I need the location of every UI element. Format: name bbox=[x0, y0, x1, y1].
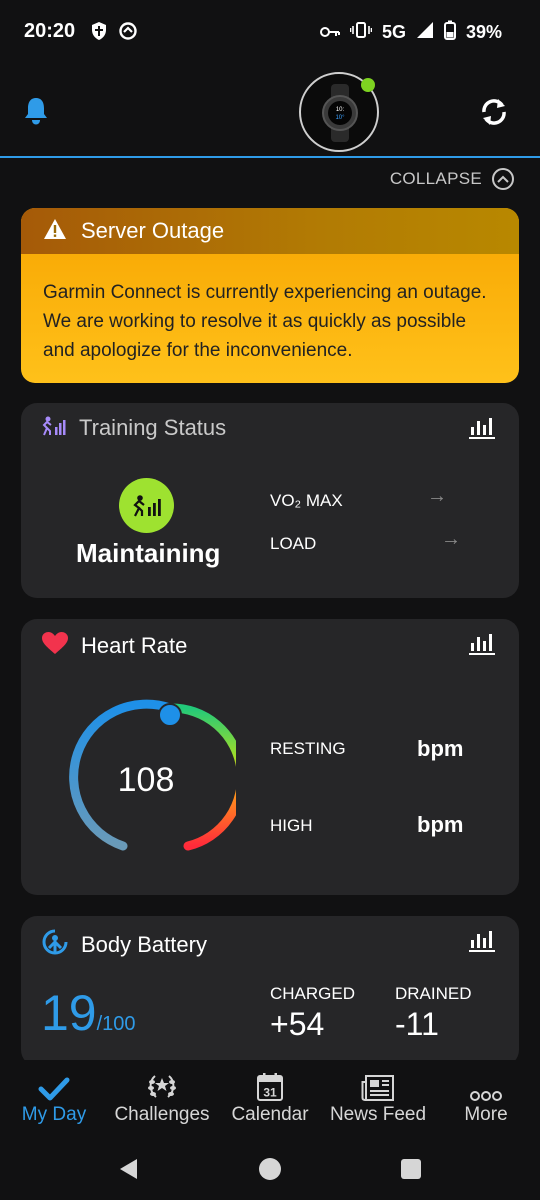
body-battery-card[interactable]: Body Battery 19/100 CHARGED +54 DRAINED … bbox=[21, 916, 519, 1066]
chevron-up-icon bbox=[492, 168, 514, 190]
collapse-label: COLLAPSE bbox=[389, 169, 482, 188]
connected-dot bbox=[361, 78, 375, 92]
more-dots-icon bbox=[432, 1060, 540, 1104]
nav-challenges[interactable]: Challenges bbox=[108, 1060, 216, 1140]
nav-label: Challenges bbox=[114, 1104, 210, 1125]
nav-label: More bbox=[464, 1104, 508, 1125]
nav-label: News Feed bbox=[329, 1104, 427, 1125]
nav-my-day[interactable]: My Day bbox=[0, 1060, 108, 1140]
sync-icon[interactable] bbox=[478, 96, 510, 133]
training-status-value: Maintaining bbox=[76, 538, 221, 568]
body-battery-icon bbox=[41, 928, 69, 961]
training-status-title: Training Status bbox=[79, 415, 227, 440]
nav-calendar[interactable]: 31 Calendar bbox=[216, 1060, 324, 1140]
nav-more[interactable]: More bbox=[432, 1060, 540, 1140]
svg-text:10°: 10° bbox=[335, 115, 345, 121]
arrow-right-icon[interactable]: → bbox=[427, 485, 447, 508]
bottom-nav: My Day Challenges 31 Calendar News Feed … bbox=[0, 1060, 540, 1140]
charged-label: CHARGED bbox=[270, 984, 356, 1003]
system-nav bbox=[0, 1140, 540, 1200]
status-left-icons bbox=[90, 21, 138, 46]
body-battery-max: /100 bbox=[96, 1013, 136, 1035]
vibrate-icon bbox=[349, 22, 373, 43]
heart-rate-title: Heart Rate bbox=[81, 632, 188, 658]
svg-text:31: 31 bbox=[263, 1086, 277, 1100]
battery-icon bbox=[443, 20, 456, 45]
newspaper-icon bbox=[324, 1060, 432, 1104]
laurel-icon bbox=[108, 1060, 216, 1104]
alert-message: Garmin Connect is currently experiencing… bbox=[43, 282, 487, 361]
training-status-card[interactable]: Training Status Maintaining VO₂ MAX → LO… bbox=[21, 403, 519, 598]
server-outage-alert: Server Outage Garmin Connect is currentl… bbox=[21, 208, 519, 383]
drained-label: DRAINED bbox=[395, 984, 472, 1003]
card-header: Training Status bbox=[41, 415, 226, 441]
alert-header: Server Outage bbox=[21, 208, 519, 254]
bell-icon[interactable] bbox=[22, 96, 50, 131]
battery-percent: 39% bbox=[465, 22, 502, 42]
signal-icon bbox=[416, 21, 434, 44]
watch-avatar[interactable]: 10: 10° bbox=[299, 72, 379, 152]
heart-rate-card[interactable]: Heart Rate 108 RESTING bpm HIGH bpm bbox=[21, 619, 519, 895]
recents-icon[interactable] bbox=[400, 1158, 422, 1185]
calendar-icon: 31 bbox=[216, 1060, 324, 1104]
resting-unit: bpm bbox=[417, 736, 464, 761]
card-header: Body Battery bbox=[41, 928, 207, 961]
body-battery-title: Body Battery bbox=[81, 931, 207, 957]
nav-label: My Day bbox=[21, 1104, 87, 1125]
training-status-icon bbox=[41, 416, 67, 441]
alert-title: Server Outage bbox=[81, 218, 225, 243]
vo2-max-label: VO₂ MAX bbox=[270, 491, 343, 510]
status-time: 20:20 bbox=[24, 20, 76, 42]
shield-icon bbox=[90, 21, 108, 46]
bar-chart-icon[interactable] bbox=[469, 633, 495, 660]
body-battery-value: 19/100 bbox=[41, 984, 136, 1042]
gauge-marker bbox=[158, 703, 182, 727]
drained-value: -11 bbox=[395, 1006, 439, 1042]
high-unit: bpm bbox=[417, 812, 464, 837]
key-icon bbox=[319, 22, 340, 43]
bar-chart-icon[interactable] bbox=[469, 417, 495, 444]
body-battery-level: 19 bbox=[41, 985, 97, 1041]
charged-value: +54 bbox=[270, 1006, 325, 1042]
resting-label: RESTING bbox=[270, 739, 346, 758]
home-icon[interactable] bbox=[258, 1157, 282, 1186]
high-label: HIGH bbox=[270, 816, 313, 835]
status-bar: 20:20 5G 39% bbox=[0, 0, 540, 66]
status-right: 5G 39% bbox=[319, 20, 502, 45]
back-icon[interactable] bbox=[117, 1157, 139, 1186]
heart-icon bbox=[41, 631, 69, 660]
nav-news-feed[interactable]: News Feed bbox=[324, 1060, 432, 1140]
heart-rate-current: 108 bbox=[117, 761, 175, 799]
warning-icon bbox=[43, 218, 67, 245]
card-header: Heart Rate bbox=[41, 631, 187, 660]
collapse-button[interactable]: COLLAPSE bbox=[390, 168, 514, 190]
svg-text:10:: 10: bbox=[336, 107, 345, 113]
bar-chart-icon[interactable] bbox=[469, 930, 495, 957]
top-bar: 10: 10° bbox=[0, 66, 540, 158]
load-label: LOAD bbox=[270, 534, 317, 553]
nav-label: Calendar bbox=[231, 1104, 309, 1125]
training-status-badge bbox=[119, 478, 174, 533]
network-type: 5G bbox=[381, 22, 406, 42]
check-icon bbox=[0, 1060, 108, 1104]
arrow-right-icon[interactable]: → bbox=[441, 528, 461, 551]
vpn-icon bbox=[118, 21, 138, 46]
